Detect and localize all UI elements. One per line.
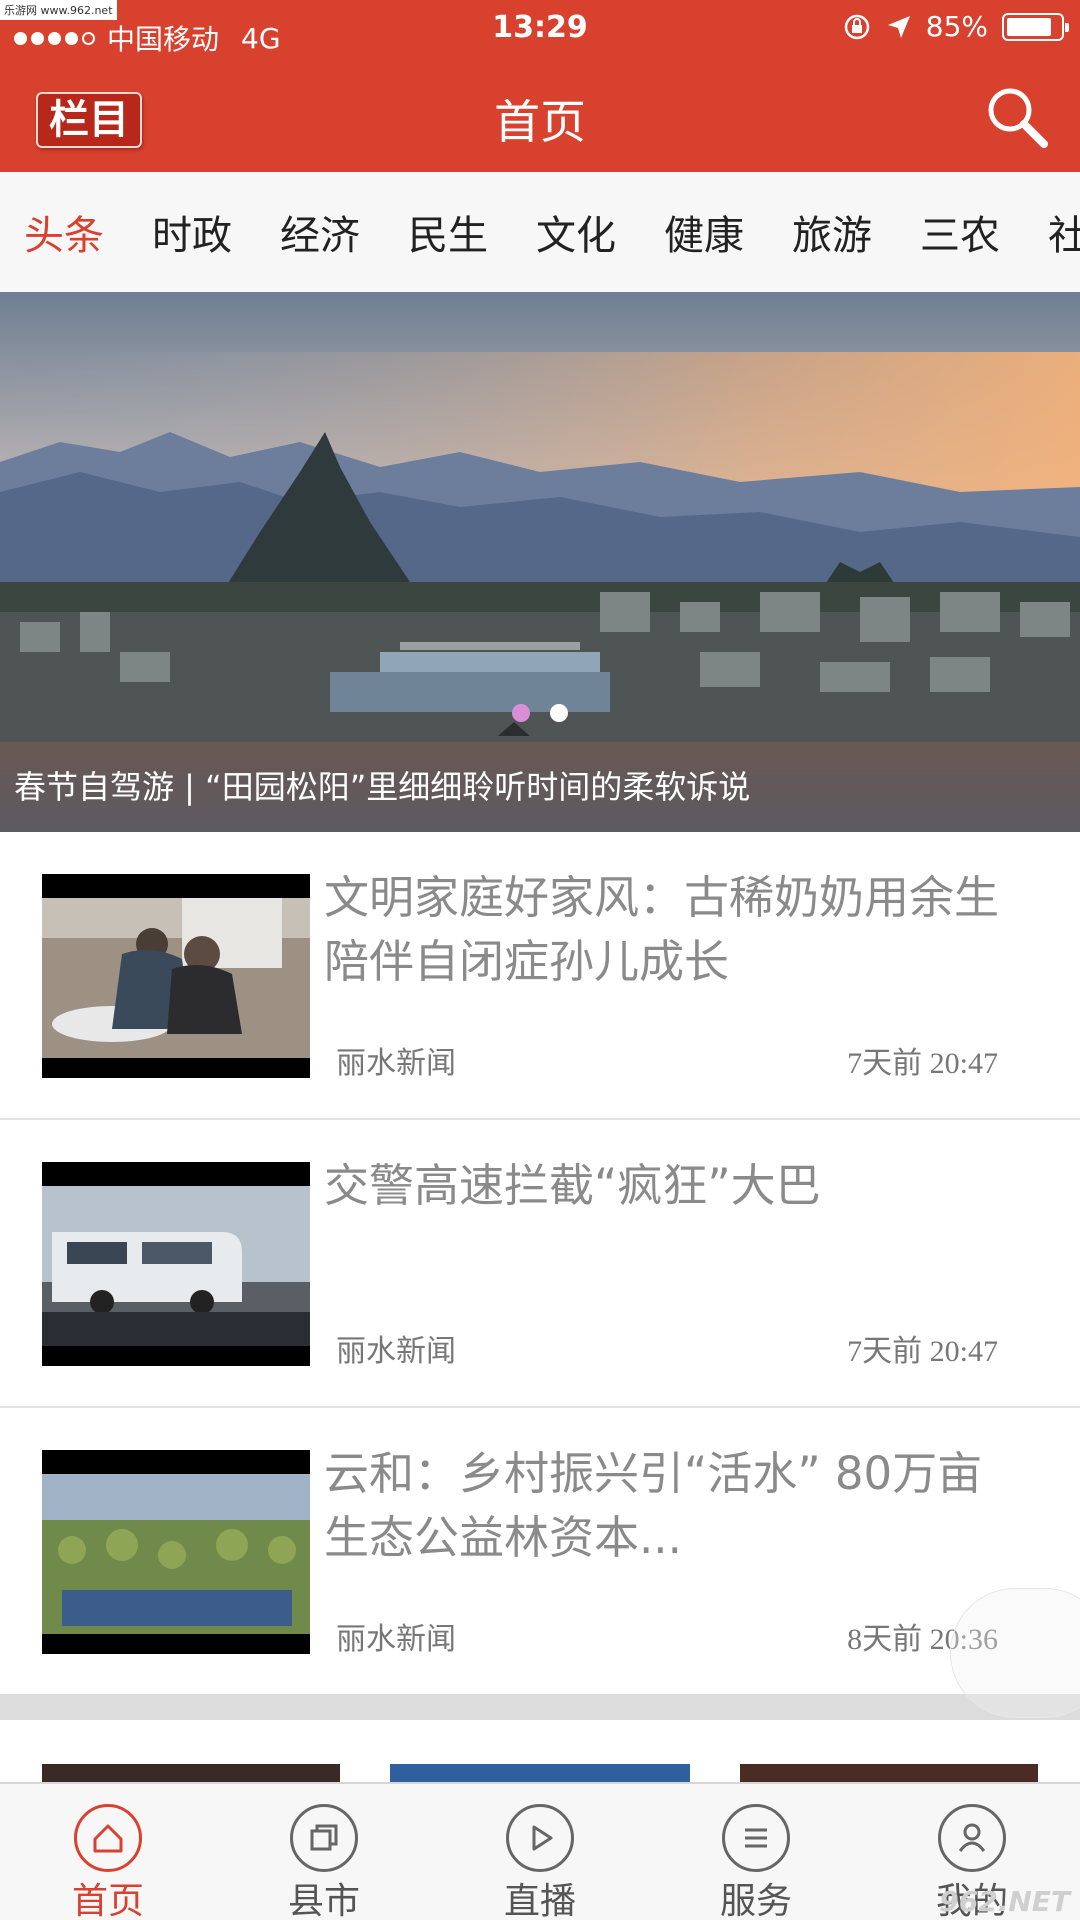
category-tab[interactable]: 民生 (408, 203, 488, 261)
news-title[interactable]: 交警高速拦截“疯狂”大巴 (324, 1154, 1014, 1218)
tab-counties-label: 县市 (287, 1881, 360, 1920)
floating-assistive-button[interactable] (950, 1588, 1080, 1718)
status-bar: 乐游网 www.962.net 中国移动 4G 13:29 85% (0, 0, 1080, 56)
app-header: 乐游网 www.962.net 中国移动 4G 13:29 85% 栏目 首页 (0, 0, 1080, 172)
next-section-preview (0, 1720, 1080, 1782)
news-title[interactable]: 文明家庭好家风：古稀奶奶用余生陪伴自闭症孙儿成长 (324, 866, 1014, 994)
watermark-logo: 962.NET (939, 1885, 1070, 1918)
news-time: 7天前 20:47 (847, 1335, 998, 1368)
tab-services[interactable]: 服务 (648, 1784, 864, 1920)
page-title: 首页 (494, 95, 586, 149)
bottom-tab-bar: 首页 县市 直播 服务 我的 962.NET (0, 1782, 1080, 1920)
category-tab[interactable]: 旅游 (792, 203, 872, 261)
search-icon[interactable] (984, 84, 1050, 150)
hero-dot-active[interactable] (512, 704, 530, 722)
play-icon (506, 1804, 574, 1872)
battery-level (1007, 17, 1052, 36)
preview-thumbnail[interactable] (740, 1764, 1038, 1782)
tab-counties[interactable]: 县市 (216, 1784, 432, 1920)
news-time: 7天前 20:47 (847, 1047, 998, 1080)
news-item[interactable]: 交警高速拦截“疯狂”大巴 丽水新闻 7天前 20:47 (0, 1120, 1080, 1408)
category-tabs: 头条 时政 经济 民生 文化 健康 旅游 三农社 (0, 172, 1080, 292)
news-source: 丽水新闻 (336, 1622, 456, 1657)
hero-banner[interactable]: 春节自驾游 | “田园松阳”里细细聆听时间的柔软诉说 (0, 292, 1080, 832)
category-tab[interactable]: 健康 (664, 203, 744, 261)
category-tab[interactable]: 文化 (536, 203, 616, 261)
preview-thumbnail[interactable] (390, 1764, 690, 1782)
tab-services-label: 服务 (719, 1881, 792, 1920)
news-item[interactable]: 云和：乡村振兴引“活水” 80万亩生态公益林资本... 丽水新闻 8天前 20:… (0, 1408, 1080, 1696)
category-tab[interactable]: 经济 (280, 203, 360, 261)
preview-thumbnail[interactable] (42, 1764, 340, 1782)
news-title[interactable]: 云和：乡村振兴引“活水” 80万亩生态公益林资本... (324, 1442, 1014, 1570)
category-tab[interactable]: 时政 (152, 203, 232, 261)
menu-icon (722, 1804, 790, 1872)
news-source: 丽水新闻 (336, 1046, 456, 1081)
category-tab[interactable]: 头条 (24, 203, 104, 261)
tab-live[interactable]: 直播 (432, 1784, 648, 1920)
hero-caption-pointer (498, 722, 530, 736)
location-arrow-icon (887, 15, 910, 38)
nav-bar: 栏目 首页 (0, 54, 1080, 172)
section-divider (0, 1694, 1080, 1720)
tab-home[interactable]: 首页 (0, 1784, 216, 1920)
news-thumbnail (42, 1450, 310, 1654)
tab-live-label: 直播 (503, 1881, 576, 1920)
status-right: 85% (842, 10, 1069, 43)
news-item[interactable]: 文明家庭好家风：古稀奶奶用余生陪伴自闭症孙儿成长 丽水新闻 7天前 20:47 (0, 832, 1080, 1120)
rotation-lock-icon (844, 14, 870, 39)
news-thumbnail (42, 1162, 310, 1366)
category-tab[interactable]: 三农 (920, 203, 1000, 261)
copy-icon (290, 1804, 358, 1872)
hero-dot[interactable] (550, 704, 568, 722)
hero-caption: 春节自驾游 | “田园松阳”里细细聆听时间的柔软诉说 (14, 768, 751, 806)
tab-home-label: 首页 (71, 1881, 144, 1920)
category-tab[interactable]: 社 (1048, 203, 1080, 261)
home-icon (74, 1804, 142, 1872)
news-thumbnail (42, 874, 310, 1078)
news-source: 丽水新闻 (336, 1334, 456, 1369)
battery-percent: 85% (925, 10, 988, 43)
user-icon (938, 1804, 1006, 1872)
battery-icon (1002, 12, 1069, 41)
hero-pagination (512, 704, 568, 722)
